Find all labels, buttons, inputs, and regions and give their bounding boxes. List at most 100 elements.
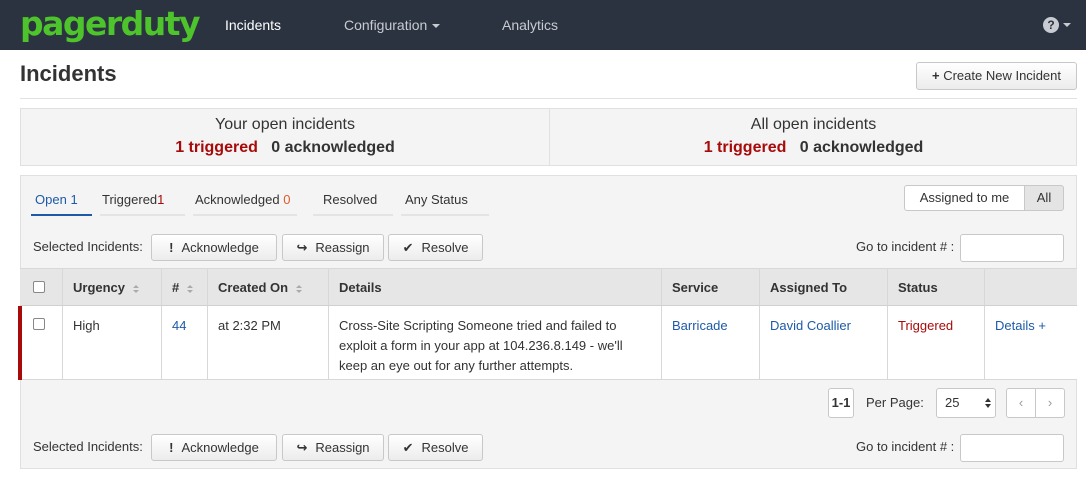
all-toggle[interactable]: All: [1024, 185, 1064, 211]
status-badge: Triggered: [898, 318, 954, 333]
table-row: High 44 at 2:32 PM Cross-Site Scripting …: [18, 306, 1077, 380]
header-created-on-label: Created On: [218, 280, 289, 295]
acknowledge-label: Acknowledge: [181, 440, 259, 455]
page-title: Incidents: [20, 61, 117, 86]
goto-incident-label-bottom: Go to incident # :: [856, 439, 955, 454]
tab-open[interactable]: Open 1: [35, 192, 78, 207]
tab-triggered-label: Triggered: [102, 192, 158, 207]
header-number[interactable]: #: [162, 269, 208, 305]
cell-details: Cross-Site Scripting Someone tried and f…: [329, 306, 662, 379]
your-open-incidents-title: Your open incidents: [215, 116, 355, 133]
reassign-button-bottom[interactable]: ↪ Reassign: [282, 434, 384, 461]
header-details: Details: [329, 269, 662, 305]
tab-resolved[interactable]: Resolved: [323, 192, 377, 207]
tab-resolved-underline: [313, 214, 393, 216]
cell-service: Barricade: [662, 306, 760, 379]
goto-incident-input[interactable]: [960, 234, 1064, 262]
create-new-incident-label: Create New Incident: [943, 68, 1061, 83]
pagerduty-logo[interactable]: pagerduty: [20, 4, 201, 44]
acknowledge-button[interactable]: ! Acknowledge: [151, 234, 277, 261]
cell-number: 44: [162, 306, 208, 379]
per-page-value: 25: [945, 395, 960, 410]
header-service: Service: [662, 269, 760, 305]
all-open-incidents: All open incidents 1 triggered 0 acknowl…: [549, 109, 1077, 165]
reassign-label: Reassign: [315, 440, 370, 455]
header-urgency[interactable]: Urgency: [63, 269, 162, 305]
header-number-label: #: [172, 280, 180, 295]
resolve-button[interactable]: ✔ Resolve: [388, 234, 483, 261]
all-open-incidents-title: All open incidents: [750, 116, 877, 133]
table-header-row: Urgency # Created On Details Service Ass…: [20, 268, 1077, 306]
selected-incidents-label: Selected Incidents:: [33, 239, 143, 254]
top-navbar: pagerduty Incidents Configuration Analyt…: [0, 0, 1086, 50]
help-icon[interactable]: ?: [1043, 17, 1059, 33]
all-acknowledged-count[interactable]: 0 acknowledged: [800, 139, 924, 156]
tab-any-status[interactable]: Any Status: [405, 192, 468, 207]
resolve-button-bottom[interactable]: ✔ Resolve: [388, 434, 483, 461]
reassign-button[interactable]: ↪ Reassign: [282, 234, 384, 261]
tab-open-count: 1: [70, 192, 78, 207]
resolve-label: Resolve: [421, 440, 469, 455]
selected-incidents-label-bottom: Selected Incidents:: [33, 439, 143, 454]
nav-incidents[interactable]: Incidents: [225, 0, 281, 50]
goto-incident-input-bottom[interactable]: [960, 434, 1064, 462]
nav-configuration[interactable]: Configuration: [344, 0, 441, 50]
cell-actions: Details +: [985, 306, 1077, 379]
plus-icon: +: [932, 68, 940, 83]
goto-incident-label: Go to incident # :: [856, 239, 955, 254]
header-assigned-to: Assigned To: [760, 269, 888, 305]
tab-open-underline: [31, 214, 92, 216]
cell-assigned-to: David Coallier: [760, 306, 888, 379]
assignee-link[interactable]: David Coallier: [770, 318, 851, 333]
details-link[interactable]: Details +: [995, 318, 1046, 333]
header-created-on[interactable]: Created On: [208, 269, 329, 305]
your-open-incidents: Your open incidents 1 triggered 0 acknow…: [21, 109, 549, 165]
per-page-select[interactable]: 25: [936, 388, 996, 418]
sort-icon: [133, 284, 140, 293]
your-triggered-count[interactable]: 1 triggered: [175, 139, 258, 156]
header-divider: [20, 98, 1077, 99]
your-open-incidents-counts: 1 triggered 0 acknowledged: [21, 139, 549, 157]
checkmark-icon: ✔: [402, 240, 414, 255]
cell-status: Triggered: [888, 306, 985, 379]
acknowledge-label: Acknowledge: [181, 240, 259, 255]
tab-acknowledged-underline: [193, 214, 297, 216]
select-arrows-icon: [985, 398, 991, 408]
per-page-label: Per Page:: [866, 395, 924, 410]
checkmark-icon: ✔: [402, 440, 414, 455]
row-select-cell: [20, 306, 63, 379]
create-new-incident-button[interactable]: + Create New Incident: [916, 62, 1077, 90]
header-urgency-label: Urgency: [73, 280, 126, 295]
resolve-label: Resolve: [421, 240, 469, 255]
tab-open-label: Open: [35, 192, 67, 207]
next-page-button[interactable]: ›: [1035, 388, 1065, 418]
tab-any-status-underline: [401, 214, 489, 216]
select-all-checkbox[interactable]: [33, 281, 45, 293]
tab-acknowledged-count: 0: [283, 192, 291, 207]
sort-icon: [187, 284, 194, 293]
incident-summary: Your open incidents 1 triggered 0 acknow…: [20, 108, 1077, 166]
help-chevron-down-icon[interactable]: [1063, 23, 1071, 27]
acknowledge-button-bottom[interactable]: ! Acknowledge: [151, 434, 277, 461]
chevron-down-icon: [432, 24, 441, 29]
incident-number-link[interactable]: 44: [172, 318, 186, 333]
share-icon: ↪: [296, 440, 308, 455]
service-link[interactable]: Barricade: [672, 318, 728, 333]
row-checkbox[interactable]: [33, 318, 45, 330]
prev-page-button[interactable]: ‹: [1006, 388, 1036, 418]
select-all-cell: [20, 269, 63, 305]
your-acknowledged-count[interactable]: 0 acknowledged: [271, 139, 395, 156]
cell-urgency: High: [63, 306, 162, 379]
tab-triggered[interactable]: Triggered1: [102, 192, 164, 207]
all-open-incidents-counts: 1 triggered 0 acknowledged: [550, 139, 1077, 157]
exclamation-icon: !: [169, 240, 174, 255]
tab-acknowledged[interactable]: Acknowledged 0: [195, 192, 290, 207]
cell-created-on: at 2:32 PM: [208, 306, 329, 379]
all-triggered-count[interactable]: 1 triggered: [704, 139, 787, 156]
nav-configuration-label: Configuration: [344, 17, 428, 33]
assigned-to-me-toggle[interactable]: Assigned to me: [904, 185, 1025, 211]
sort-icon: [296, 284, 303, 293]
page-range: 1-1: [828, 388, 854, 418]
exclamation-icon: !: [169, 440, 174, 455]
nav-analytics[interactable]: Analytics: [502, 0, 558, 50]
